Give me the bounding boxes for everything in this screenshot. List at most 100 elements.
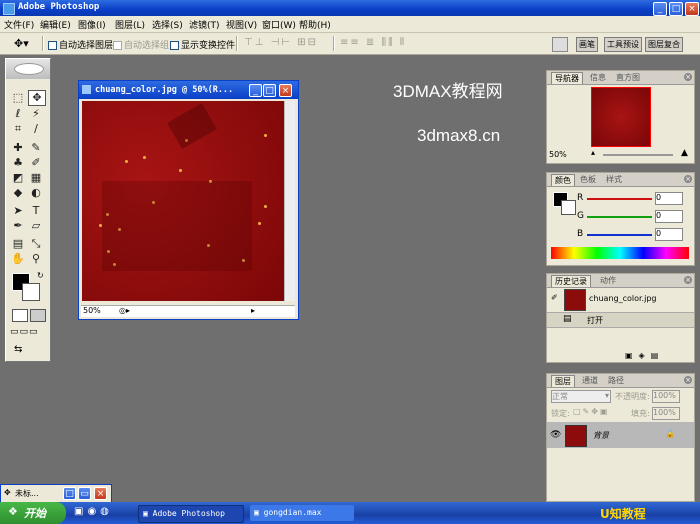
distribute-icons[interactable]: ≡≡ ≣ ⫼⫼ ⫴ [340,37,406,48]
menu-select[interactable]: 选择(S) [152,18,183,31]
restore-button[interactable]: □ [63,487,76,500]
palette-close-icon[interactable]: × [684,276,692,284]
document-zoom[interactable]: 50% [83,306,101,315]
eye-icon[interactable]: 👁 [550,430,561,440]
slice-tool-icon[interactable]: ∕ [28,122,44,136]
snapshot-brush-icon[interactable]: ✐ [551,293,558,302]
vertical-scrollbar[interactable] [284,101,295,301]
menu-edit[interactable]: 编辑(E) [40,18,71,31]
tab-channels[interactable]: 通道 [579,375,601,386]
menu-layer[interactable]: 图层(L) [115,18,145,31]
magic-wand-icon[interactable]: ⚡ [28,107,44,121]
background-color-swatch[interactable] [22,283,40,301]
crop-tool-icon[interactable]: ⌗ [10,122,26,136]
tab-layers[interactable]: 图层 [551,375,575,387]
navigator-zoom[interactable]: 50% [549,150,567,159]
eyedropper-icon[interactable]: ⤡ [28,237,44,251]
zoom-out-icon[interactable]: ▴ [591,148,595,157]
align-icons[interactable]: ⊤⊥ ⊣⊢ ⊞⊟ [244,37,318,48]
maximize-min-button[interactable]: ▭ [78,487,91,500]
doc-close-button[interactable]: × [279,84,292,97]
document-title-bar[interactable]: chuang_color.jpg @ 50%(R... _ □ × [79,81,298,99]
move-tool-icon[interactable]: ✥▾ [14,37,29,50]
screen-mode-icons[interactable]: ▭▭▭ [10,327,39,337]
minimize-button[interactable]: _ [653,2,667,16]
task-3dsmax[interactable]: ▣ gongdian.max [250,505,354,521]
menu-image[interactable]: 图像(I) [78,18,106,31]
color-background-swatch[interactable] [561,200,576,215]
tab-histogram[interactable]: 直方图 [613,72,643,83]
fill-field[interactable]: 100% [652,407,680,420]
layer-row-background[interactable]: 👁 背景 🔒 [547,422,694,448]
swap-colors-icon[interactable]: ↻ [37,271,44,280]
gradient-tool-icon[interactable]: ▦ [28,171,44,185]
eraser-tool-icon[interactable]: ◩ [10,171,26,185]
tab-info[interactable]: 信息 [587,72,609,83]
minimized-window[interactable]: ✥ 未标... □ ▭ × [0,484,112,503]
healing-brush-icon[interactable]: ✚ [10,141,26,155]
tab-styles[interactable]: 样式 [603,174,625,185]
color-spectrum-bar[interactable] [551,247,689,259]
menu-window[interactable]: 窗口(W) [262,18,296,31]
palette-close-icon[interactable]: × [684,175,692,183]
menu-filter[interactable]: 滤镜(T) [189,18,220,31]
channel-b-slider[interactable] [587,234,652,236]
tab-paths[interactable]: 路径 [605,375,627,386]
menu-help[interactable]: 帮助(H) [299,18,331,31]
auto-select-group-checkbox[interactable]: 自动选择组 [113,38,169,51]
channel-g-value[interactable]: 0 [655,210,683,223]
path-select-icon[interactable]: ➤ [10,204,26,218]
quick-mask-icon[interactable] [30,309,46,322]
close-min-button[interactable]: × [94,487,107,500]
channel-r-value[interactable]: 0 [655,192,683,205]
task-photoshop[interactable]: ▣ Adobe Photoshop [138,505,244,523]
opacity-field[interactable]: 100% [652,390,680,403]
zoom-tool-icon[interactable]: ⚲ [28,252,44,266]
show-transform-checkbox[interactable]: 显示变换控件 [170,38,235,51]
palette-close-icon[interactable]: × [684,73,692,81]
shape-tool-icon[interactable]: ▱ [28,219,44,233]
stamp-tool-icon[interactable]: ♣ [10,156,26,170]
move-tool-icon[interactable]: ✥ [28,90,46,106]
quick-launch-icons[interactable]: ▣◉◍ [74,506,113,517]
doc-maximize-button[interactable]: □ [263,84,276,97]
jump-to-imageready-icon[interactable]: ⇆ [14,344,22,355]
tab-brushes[interactable]: 画笔 [576,37,598,52]
channel-b-value[interactable]: 0 [655,228,683,241]
channel-r-slider[interactable] [587,198,652,200]
marquee-tool-icon[interactable]: ⬚ [10,91,26,105]
standard-mode-icon[interactable] [12,309,28,322]
tab-tool-presets[interactable]: 工具预设 [604,37,642,52]
snapshot-name[interactable]: chuang_color.jpg [589,294,656,303]
brush-tool-icon[interactable]: ✎ [28,141,44,155]
notes-tool-icon[interactable]: ▤ [10,237,26,251]
image-canvas[interactable] [82,101,294,301]
channel-g-slider[interactable] [587,216,652,218]
maximize-button[interactable]: □ [669,2,683,16]
menu-view[interactable]: 视图(V) [226,18,257,31]
tab-swatches[interactable]: 色板 [577,174,599,185]
lock-icons[interactable]: □✎✥▣ [573,407,610,416]
blur-tool-icon[interactable]: ◆ [10,186,26,200]
close-button[interactable]: × [685,2,699,16]
blend-mode-select[interactable]: 正常 ▾ [551,390,611,403]
pen-tool-icon[interactable]: ✒ [10,219,26,233]
type-tool-icon[interactable]: T [28,204,44,218]
tab-actions[interactable]: 动作 [597,275,619,286]
history-brush-icon[interactable]: ✐ [28,156,44,170]
zoom-slider[interactable] [603,154,673,156]
file-browser-icon[interactable] [552,37,568,52]
lasso-tool-icon[interactable]: ℓ [10,107,26,121]
history-actions-icons[interactable]: ▣◈▤ [625,351,664,360]
palette-close-icon[interactable]: × [684,376,692,384]
auto-select-layer-checkbox[interactable]: 自动选择图层 [48,38,113,51]
history-step[interactable]: ▤ 打开 [547,312,694,328]
tab-navigator[interactable]: 导航器 [551,72,583,84]
menu-file[interactable]: 文件(F) [4,18,34,31]
navigator-thumbnail[interactable] [591,87,651,147]
scroll-right-icon[interactable]: ▸ [251,306,255,315]
tab-color[interactable]: 颜色 [551,174,575,186]
dodge-tool-icon[interactable]: ◐ [28,186,44,200]
hand-tool-icon[interactable]: ✋ [10,252,26,266]
status-menu-icon[interactable]: ◎▸ [119,306,130,315]
